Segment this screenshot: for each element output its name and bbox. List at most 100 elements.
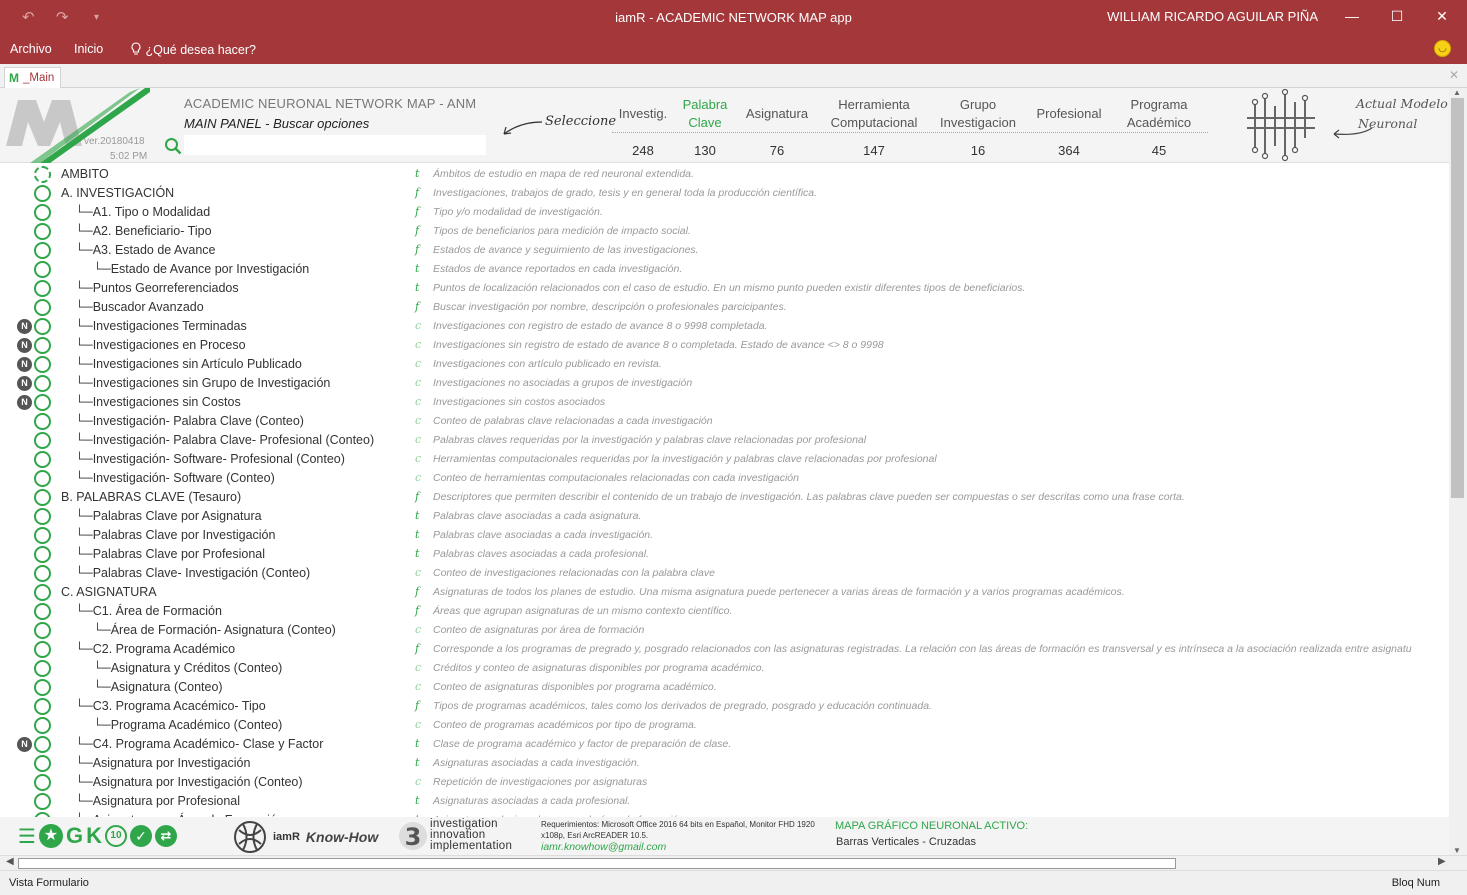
list-item-label[interactable]: └─Asignatura por Investigación (Conteo) xyxy=(75,775,303,789)
neural-model-icon[interactable] xyxy=(1243,88,1319,162)
list-item[interactable]: └─Investigación- Palabra Clave (Conteo) c… xyxy=(0,412,1449,431)
list-item[interactable]: └─Investigación- Palabra Clave- Profesio… xyxy=(0,431,1449,450)
list-item-label[interactable]: └─Asignatura por Investigación xyxy=(75,756,250,770)
list-item-label[interactable]: └─Puntos Georreferenciados xyxy=(75,281,239,295)
select-circle-icon[interactable] xyxy=(34,660,51,677)
check-icon[interactable]: ✓ xyxy=(129,825,152,847)
stat-1[interactable]: Palabra Clave 130 xyxy=(680,96,730,158)
select-circle-icon[interactable] xyxy=(34,413,51,430)
list-item-label[interactable]: └─Investigación- Palabra Clave- Profesio… xyxy=(75,433,374,447)
list-item-label[interactable]: └─Asignatura por Profesional xyxy=(75,794,240,808)
list-item-label[interactable]: └─C4. Programa Académico- Clase y Factor xyxy=(75,737,323,751)
list-item-label[interactable]: C. ASIGNATURA xyxy=(61,585,157,599)
list-item[interactable]: └─C2. Programa Académico f Corresponde a l… xyxy=(0,640,1449,659)
list-item-label[interactable]: └─Investigación- Palabra Clave (Conteo) xyxy=(75,414,304,428)
list-item[interactable]: N └─C4. Programa Académico- Clase y Facto… xyxy=(0,735,1449,754)
list-item[interactable]: N └─Investigaciones Terminadas c Investigac… xyxy=(0,317,1449,336)
select-circle-icon[interactable] xyxy=(34,204,51,221)
stat-4[interactable]: Grupo Investigacion 16 xyxy=(936,96,1020,158)
list-item-label[interactable]: └─C3. Programa Acacémico- Tipo xyxy=(75,699,266,713)
select-circle-icon[interactable] xyxy=(34,508,51,525)
stat-6[interactable]: Programa Académico 45 xyxy=(1124,96,1194,158)
select-circle-icon[interactable] xyxy=(34,375,51,392)
list-item[interactable]: └─Asignatura (Conteo) c Conteo de asignatu… xyxy=(0,678,1449,697)
list-item-label[interactable]: A. INVESTIGACIÓN xyxy=(61,186,174,200)
list-item[interactable]: B. PALABRAS CLAVE (Tesauro) f Descriptores… xyxy=(0,488,1449,507)
list-item[interactable]: └─Área de Formación- Asignatura (Conteo)… xyxy=(0,621,1449,640)
select-circle-icon[interactable] xyxy=(34,166,51,183)
list-item-label[interactable]: └─Palabras Clave por Profesional xyxy=(75,547,265,561)
maximize-icon[interactable]: ☐ xyxy=(1387,6,1407,26)
select-circle-icon[interactable] xyxy=(34,280,51,297)
vertical-scroll-thumb[interactable] xyxy=(1451,98,1464,498)
list-item[interactable]: └─Puntos Georreferenciados t Puntos de loc… xyxy=(0,279,1449,298)
list-item[interactable]: └─A3. Estado de Avance f Estados de avance… xyxy=(0,241,1449,260)
close-icon[interactable]: ✕ xyxy=(1432,6,1452,26)
scroll-up-icon[interactable]: ▲ xyxy=(1453,88,1461,97)
list-item[interactable]: └─Asignatura por Investigación (Conteo) c… xyxy=(0,773,1449,792)
select-circle-icon[interactable] xyxy=(34,793,51,810)
list-item-label[interactable]: └─A2. Beneficiario- Tipo xyxy=(75,224,212,238)
tab-main[interactable]: M _Main xyxy=(4,67,62,88)
list-item[interactable]: A. INVESTIGACIÓN f Investigaciones, trabaj… xyxy=(0,184,1449,203)
select-circle-icon[interactable] xyxy=(34,679,51,696)
list-item-label[interactable]: └─Investigaciones sin Grupo de Investiga… xyxy=(75,376,330,390)
select-circle-icon[interactable] xyxy=(34,527,51,544)
select-circle-icon[interactable] xyxy=(34,774,51,791)
stat-3[interactable]: Herramienta Computacional 147 xyxy=(826,96,922,158)
list-item-label[interactable]: └─Investigación- Software- Profesional (… xyxy=(75,452,345,466)
tab-archivo[interactable]: Archivo xyxy=(10,42,52,56)
select-circle-icon[interactable] xyxy=(34,261,51,278)
list-item[interactable]: └─Palabras Clave- Investigación (Conteo)… xyxy=(0,564,1449,583)
list-item[interactable]: C. ASIGNATURA f Asignaturas de todos los p… xyxy=(0,583,1449,602)
list-item-label[interactable]: └─Estado de Avance por Investigación xyxy=(93,262,309,276)
list-item-label[interactable]: └─Programa Académico (Conteo) xyxy=(93,718,282,732)
select-circle-icon[interactable] xyxy=(34,565,51,582)
tab-inicio[interactable]: Inicio xyxy=(74,42,103,56)
select-circle-icon[interactable] xyxy=(34,394,51,411)
list-item[interactable]: └─Palabras Clave por Investigación t Palab… xyxy=(0,526,1449,545)
select-circle-icon[interactable] xyxy=(34,451,51,468)
list-item-label[interactable]: └─Palabras Clave por Investigación xyxy=(75,528,275,542)
list-item[interactable]: └─Asignatura y Créditos (Conteo) c Crédito… xyxy=(0,659,1449,678)
select-circle-icon[interactable] xyxy=(34,603,51,620)
list-item[interactable]: └─Investigación- Software- Profesional (… xyxy=(0,450,1449,469)
select-circle-icon[interactable] xyxy=(34,223,51,240)
search-input[interactable] xyxy=(184,135,486,155)
list-item[interactable]: └─Palabras Clave por Asignatura t Palabras… xyxy=(0,507,1449,526)
list-item[interactable]: └─C3. Programa Acacémico- Tipo f Tipos de … xyxy=(0,697,1449,716)
shuffle-icon[interactable]: ⇄ xyxy=(154,825,177,847)
stat-2[interactable]: Asignatura 76 xyxy=(742,96,812,158)
smiley-feedback-icon[interactable]: ◡ xyxy=(1434,40,1451,57)
list-item[interactable]: └─Palabras Clave por Profesional t Palabra… xyxy=(0,545,1449,564)
list-item-label[interactable]: └─Investigaciones Terminadas xyxy=(75,319,247,333)
list-item[interactable]: └─A1. Tipo o Modalidad f Tipo y/o modalida… xyxy=(0,203,1449,222)
select-circle-icon[interactable] xyxy=(34,432,51,449)
list-item-label[interactable]: B. PALABRAS CLAVE (Tesauro) xyxy=(61,490,241,504)
list-item-label[interactable]: └─Investigaciones sin Costos xyxy=(75,395,241,409)
tell-me-box[interactable]: ¿Qué desea hacer? xyxy=(130,42,256,57)
list-item[interactable]: └─Investigación- Software (Conteo) c Conte… xyxy=(0,469,1449,488)
list-item[interactable]: N └─Investigaciones sin Grupo de Investig… xyxy=(0,374,1449,393)
search-icon[interactable] xyxy=(164,137,182,155)
select-circle-icon[interactable] xyxy=(34,470,51,487)
list-item[interactable]: N └─Investigaciones en Proceso c Investigac… xyxy=(0,336,1449,355)
list-item-label[interactable]: └─Investigaciones en Proceso xyxy=(75,338,246,352)
user-name[interactable]: WILLIAM RICARDO AGUILAR PIÑA xyxy=(1107,9,1318,24)
list-item-label[interactable]: └─Palabras Clave por Asignatura xyxy=(75,509,262,523)
select-circle-icon[interactable] xyxy=(34,546,51,563)
list-item[interactable]: N └─Investigaciones sin Costos c Investigac… xyxy=(0,393,1449,412)
select-circle-icon[interactable] xyxy=(34,717,51,734)
scroll-right-icon[interactable]: ▶ xyxy=(1438,856,1446,867)
list-item-label[interactable]: └─Investigación- Software (Conteo) xyxy=(75,471,275,485)
list-item[interactable]: └─Estado de Avance por Investigación t Est… xyxy=(0,260,1449,279)
k-icon[interactable]: K xyxy=(86,823,102,849)
list-item[interactable]: AMBITO t Ámbitos de estudio en mapa de red… xyxy=(0,165,1449,184)
g-icon[interactable]: G xyxy=(66,823,83,849)
select-circle-icon[interactable] xyxy=(34,641,51,658)
contact-email[interactable]: iamr.knowhow@gmail.com xyxy=(541,841,666,853)
stat-0[interactable]: Investig. 248 xyxy=(612,96,674,158)
ten-icon[interactable]: 10 xyxy=(104,825,127,847)
list-item-label[interactable]: AMBITO xyxy=(61,167,109,181)
select-circle-icon[interactable] xyxy=(34,318,51,335)
